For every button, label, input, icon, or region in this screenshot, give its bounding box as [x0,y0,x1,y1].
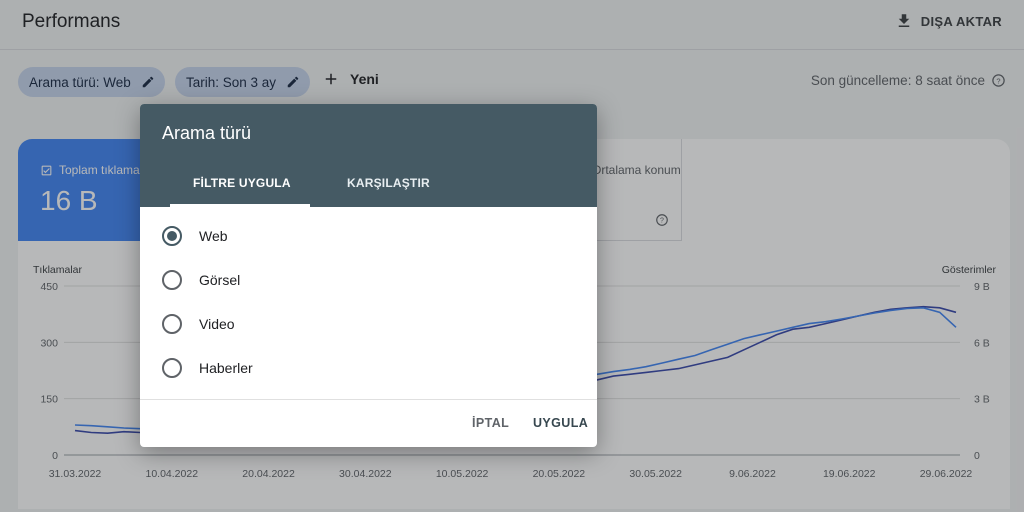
dialog-divider [140,399,597,400]
radio-image[interactable] [162,270,182,290]
option-image[interactable]: Görsel [162,270,240,290]
active-tab-indicator [170,204,310,207]
dialog-title: Arama türü [162,123,252,143]
tab-compare[interactable]: KARŞILAŞTIR [347,176,430,190]
radio-video[interactable] [162,314,182,334]
radio-news[interactable] [162,358,182,378]
radio-web[interactable] [162,226,182,246]
option-image-label: Görsel [199,272,241,288]
option-news-label: Haberler [199,360,253,376]
option-web[interactable]: Web [162,226,228,246]
option-video[interactable]: Video [162,314,235,334]
apply-button[interactable]: UYGULA [533,416,588,430]
option-web-label: Web [199,228,228,244]
search-type-dialog: Arama türü FİLTRE UYGULA KARŞILAŞTIR Web… [140,104,597,447]
option-video-label: Video [199,316,235,332]
dialog-header: Arama türü FİLTRE UYGULA KARŞILAŞTIR [140,104,597,207]
cancel-button[interactable]: İPTAL [472,416,509,430]
tab-filter[interactable]: FİLTRE UYGULA [193,176,291,190]
option-news[interactable]: Haberler [162,358,253,378]
